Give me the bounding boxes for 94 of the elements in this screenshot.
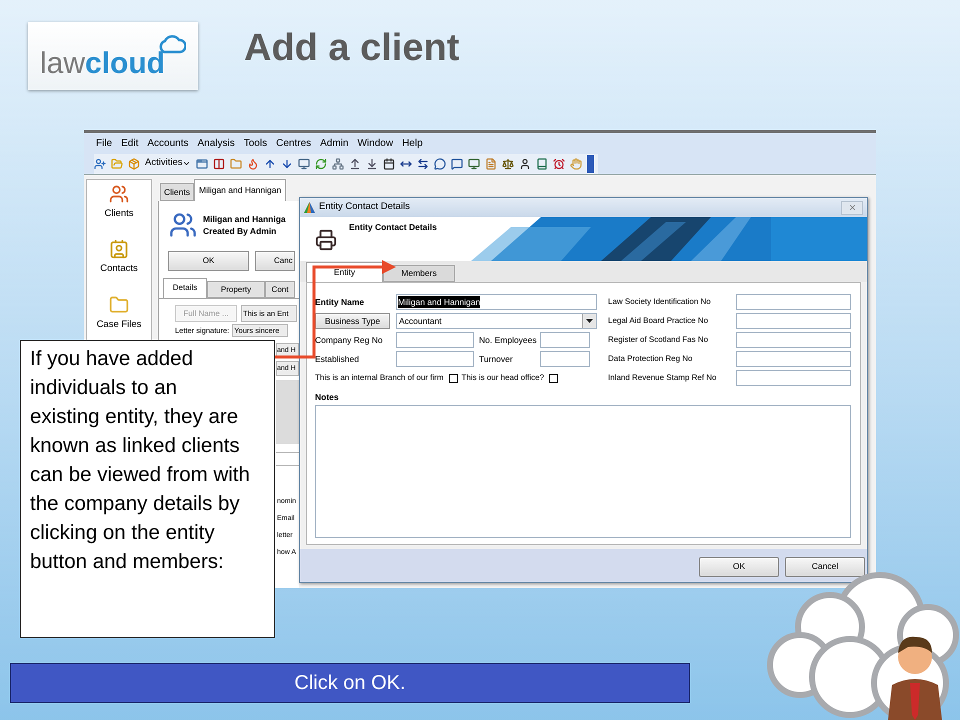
text-field[interactable] [396,351,474,367]
record-tab[interactable]: Miligan and Hannigan [194,179,286,201]
text-field[interactable] [736,332,851,348]
sidebar-item[interactable]: Case Files [96,294,142,332]
close-icon [848,203,856,212]
text-field[interactable] [736,294,851,310]
entity-name-value: Miligan and Hannigan [398,296,480,308]
checkbox-label: This is an internal Branch of our firm [315,372,444,384]
sidebar-item[interactable]: Clients [104,184,134,222]
network-icon[interactable] [332,158,344,170]
field-label: No. Employees [478,334,538,346]
menu-item[interactable]: Help [402,136,423,150]
caret-icon [182,159,192,168]
field-label: Company Reg No [315,334,384,346]
field-label: Inland Revenue Stamp Ref No [608,372,718,384]
dropdown-arrow-icon [586,319,593,323]
user-add-icon[interactable] [94,158,106,170]
document-icon[interactable] [485,158,498,170]
checkbox[interactable] [549,374,558,382]
menu-item[interactable]: Accounts [147,136,188,150]
text-field[interactable] [540,332,590,348]
text-field[interactable] [396,332,474,348]
slide-title: Add a client [244,26,460,70]
chat-icon[interactable] [434,158,446,170]
instruction-text: Click on OK. [294,671,406,696]
dialog-button[interactable]: OK [699,556,779,576]
field-label: Established [315,352,360,366]
dialog-header-title: Entity Contact Details [349,221,437,234]
text-field[interactable] [540,351,590,367]
menu-item[interactable]: Centres [276,136,312,150]
detail-tab[interactable]: Details [163,278,207,298]
record-button[interactable]: OK [168,251,249,271]
text-field[interactable] [736,313,851,329]
window-icon[interactable] [196,158,208,170]
field-label: Register of Scotland Fas No [608,334,710,346]
book-icon[interactable] [536,158,548,170]
detail-tab[interactable]: Cont [265,281,295,298]
monitor-icon[interactable] [468,158,480,170]
text-field[interactable] [736,351,851,367]
activities-button[interactable]: Activities [145,156,192,171]
chat-icon[interactable] [451,158,464,170]
printer-icon [315,229,337,251]
toolbar-overflow-button[interactable] [587,154,594,172]
menu-item[interactable]: File [96,136,112,150]
refresh-icon[interactable] [315,158,328,170]
download-icon[interactable] [366,158,378,170]
text-field[interactable] [736,370,851,386]
menu-item[interactable]: Admin [320,136,348,150]
triangle-logo-icon [304,202,315,213]
notes-label: Notes [315,391,340,404]
business-type-button[interactable]: Business Type [315,313,390,329]
record-creator: Created By Admin [203,225,278,237]
dialog-button[interactable]: Cancel [785,556,865,576]
sidebar-item[interactable]: Contacts [100,239,138,276]
menu-item[interactable]: Edit [121,136,138,150]
panel-background [276,380,299,444]
notes-field[interactable] [315,404,851,538]
menu-item[interactable]: Analysis [198,136,235,150]
record-button[interactable]: Canc [255,251,295,271]
monitor-icon[interactable] [298,158,310,170]
menu-item[interactable]: Window [357,136,394,150]
callout-text: If you have added individuals to an existing entity, they are known as linked clients can be viewed from with the company details by clicking on the entity button and members: [30,346,251,575]
business-type-dropdown[interactable]: Accountant [396,313,597,329]
calendar-icon[interactable] [383,158,396,170]
detail-tab[interactable]: Property [207,281,265,298]
flame-icon[interactable] [247,158,260,170]
dialog-title: Entity Contact Details [319,200,411,214]
menu-item[interactable]: Tools [244,136,268,150]
columns-icon[interactable] [213,158,226,170]
contact-book-icon [109,239,129,260]
up-arrow-icon[interactable] [264,158,276,170]
box-icon[interactable] [128,158,140,170]
user-icon[interactable] [519,158,532,170]
alarm-clock-icon[interactable] [553,158,566,170]
record-tab[interactable]: Clients [160,183,194,201]
checkbox[interactable] [448,374,458,382]
entity-name-label: Entity Name [315,296,366,308]
logo-text: lawcloud [40,48,166,80]
field-label: Data Protection Reg No [608,353,694,365]
field-label: Legal Aid Board Practice No [608,315,710,327]
field-label: Law Society Identification No [608,296,712,308]
record-name: Miligan and Hanniga [203,213,286,225]
checkbox-label: This is our head office? [462,372,544,384]
field-label: Turnover [478,352,514,366]
people-icon [108,184,129,204]
down-arrow-icon[interactable] [281,158,294,170]
dialog-tab[interactable]: Members [383,265,455,282]
people-icon [169,211,197,239]
upload-icon[interactable] [349,158,362,170]
folder-icon [109,294,129,314]
folder-icon[interactable] [230,158,242,170]
entity-name-field[interactable]: Miligan and Hannigan [396,294,597,310]
scale-icon[interactable] [502,158,514,170]
horizontal-arrows-icon[interactable] [417,158,430,170]
